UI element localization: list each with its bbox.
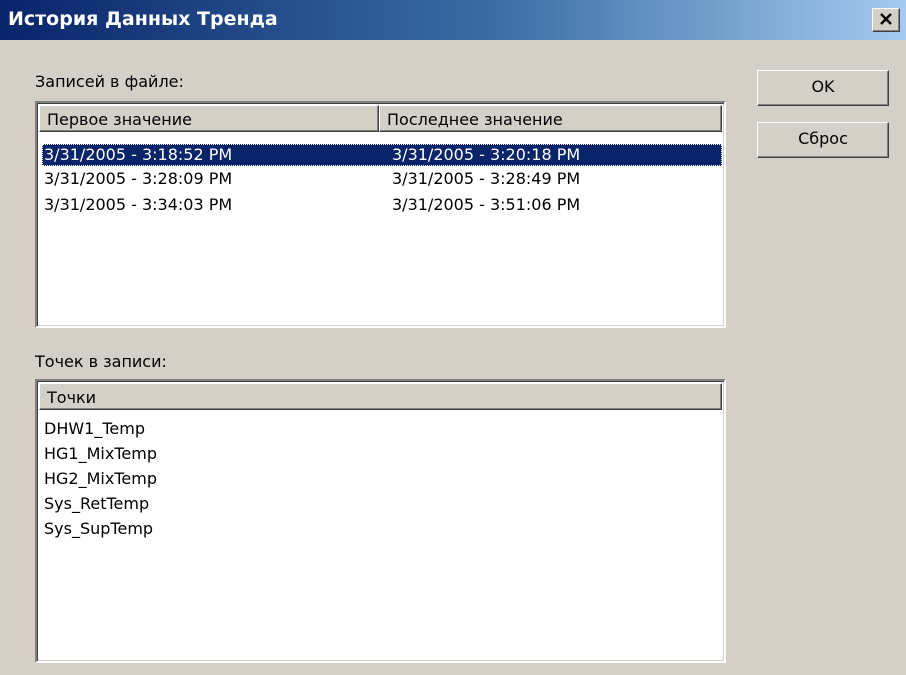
points-list[interactable]: Точки DHW1_Temp HG1_MixTemp HG2_MixTemp … xyxy=(35,379,726,663)
points-label: Точек в записи: xyxy=(35,352,167,371)
point-name: HG2_MixTemp xyxy=(44,469,157,488)
record-last-value: 3/31/2005 - 3:51:06 PM xyxy=(392,195,581,214)
record-last-value: 3/31/2005 - 3:28:49 PM xyxy=(392,169,581,188)
close-button[interactable] xyxy=(872,8,900,32)
point-item-2[interactable]: HG1_MixTemp xyxy=(44,443,720,465)
record-row-3[interactable]: 3/31/2005 - 3:34:03 PM 3/31/2005 - 3:51:… xyxy=(42,194,722,216)
title-bar[interactable]: История Данных Тренда xyxy=(0,0,906,40)
point-item-4[interactable]: Sys_RetTemp xyxy=(44,493,720,515)
point-name: Sys_SupTemp xyxy=(44,519,154,538)
column-header-first-value[interactable]: Первое значение xyxy=(39,105,379,132)
window-title: История Данных Тренда xyxy=(8,8,278,30)
close-icon xyxy=(880,13,892,25)
point-item-1[interactable]: DHW1_Temp xyxy=(44,418,720,440)
column-header-last-value[interactable]: Последнее значение xyxy=(379,105,722,132)
record-first-value: 3/31/2005 - 3:34:03 PM xyxy=(44,195,233,214)
record-first-value: 3/31/2005 - 3:28:09 PM xyxy=(44,169,233,188)
reset-button[interactable]: Сброс xyxy=(757,122,889,158)
records-list[interactable]: Первое значение Последнее значение 3/31/… xyxy=(35,101,726,328)
record-row-1[interactable]: 3/31/2005 - 3:18:52 PM 3/31/2005 - 3:20:… xyxy=(42,144,722,166)
point-name: DHW1_Temp xyxy=(44,419,145,438)
column-header-points[interactable]: Точки xyxy=(39,383,722,410)
records-label: Записей в файле: xyxy=(35,72,184,91)
point-item-3[interactable]: HG2_MixTemp xyxy=(44,468,720,490)
record-first-value: 3/31/2005 - 3:18:52 PM xyxy=(44,145,233,164)
ok-button[interactable]: OK xyxy=(757,70,889,106)
record-row-2[interactable]: 3/31/2005 - 3:28:09 PM 3/31/2005 - 3:28:… xyxy=(42,168,722,190)
point-name: Sys_RetTemp xyxy=(44,494,150,513)
record-last-value: 3/31/2005 - 3:20:18 PM xyxy=(392,145,581,164)
point-name: HG1_MixTemp xyxy=(44,444,157,463)
point-item-5[interactable]: Sys_SupTemp xyxy=(44,518,720,540)
